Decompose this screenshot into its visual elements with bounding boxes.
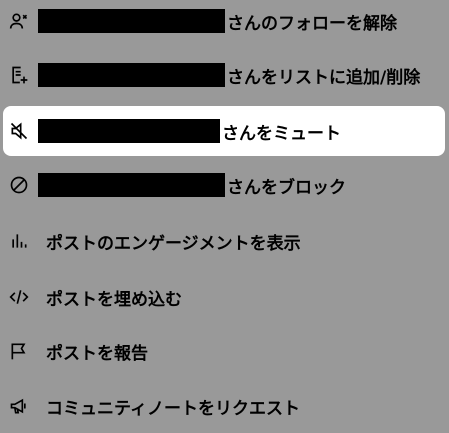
menu-item-label: さんをブロック xyxy=(227,177,346,198)
menu-item-list-add-remove[interactable]: さんをリストに追加/削除 xyxy=(0,48,449,102)
mute-icon xyxy=(9,121,29,141)
menu-item-label: さんをリストに追加/削除 xyxy=(227,67,421,88)
user-unfollow-icon xyxy=(9,11,29,31)
menu-item-block[interactable]: さんをブロック xyxy=(0,158,449,212)
redacted-username xyxy=(38,173,225,197)
report-flag-icon xyxy=(9,341,29,361)
menu-item-mute[interactable]: さんをミュート xyxy=(3,106,445,156)
redacted-username xyxy=(38,119,220,143)
menu-item-label: ポストを報告 xyxy=(46,343,148,364)
menu-item-unfollow[interactable]: さんのフォローを解除 xyxy=(0,0,449,48)
megaphone-icon xyxy=(9,396,29,416)
menu-item-label: さんをミュート xyxy=(222,123,341,144)
block-icon xyxy=(9,175,29,195)
list-add-icon xyxy=(9,65,29,85)
analytics-icon xyxy=(9,231,29,251)
menu-item-embed-post[interactable]: ポストを埋め込む xyxy=(0,270,449,324)
menu-item-request-community-note[interactable]: コミュニティノートをリクエスト xyxy=(0,379,449,433)
menu-item-view-engagement[interactable]: ポストのエンゲージメントを表示 xyxy=(0,214,449,268)
menu-item-label: ポストを埋め込む xyxy=(46,289,182,310)
menu-item-report-post[interactable]: ポストを報告 xyxy=(0,324,449,378)
menu-item-label: さんのフォローを解除 xyxy=(227,13,397,34)
redacted-username xyxy=(38,9,225,33)
embed-code-icon xyxy=(9,287,29,307)
redacted-username xyxy=(38,63,225,87)
menu-item-label: コミュニティノートをリクエスト xyxy=(46,398,300,419)
post-more-menu: さんのフォローを解除 さんをリストに追加/削除 さんをミュート さんをブロック … xyxy=(0,0,449,426)
menu-item-label: ポストのエンゲージメントを表示 xyxy=(46,233,301,254)
